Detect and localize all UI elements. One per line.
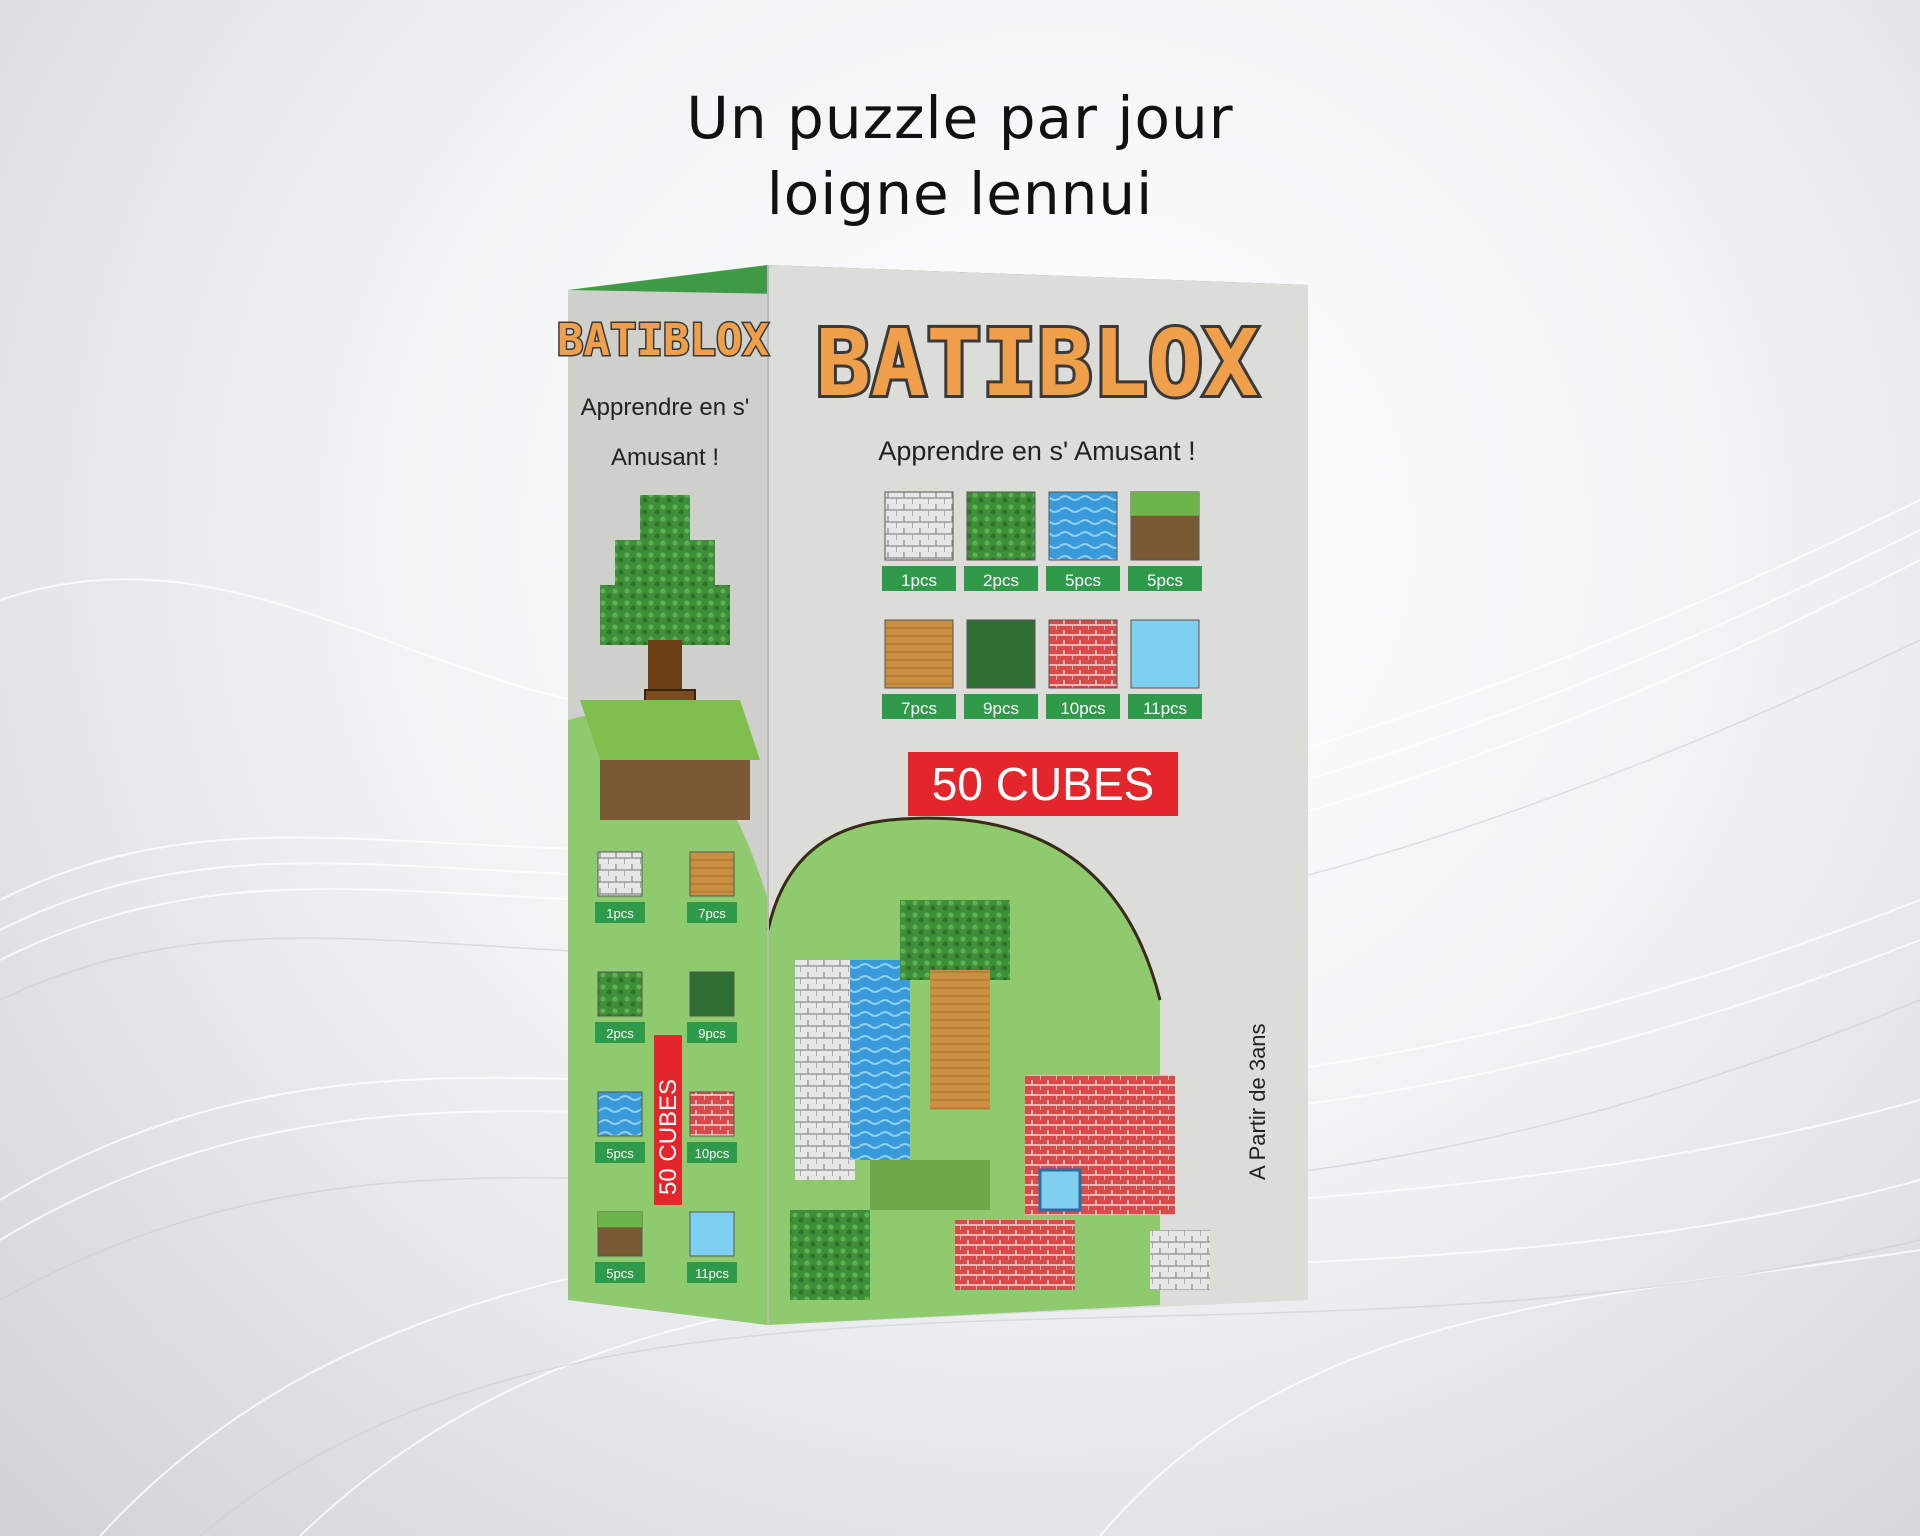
side-cube-1: 7pcs	[687, 851, 737, 923]
glass-icon	[1130, 619, 1200, 689]
side-cube-3: 9pcs	[687, 971, 737, 1043]
front-cube-label: 9pcs	[983, 699, 1019, 718]
wood-icon	[884, 619, 954, 689]
water-icon	[1048, 491, 1118, 561]
cube-count-label: 50 CUBES	[932, 758, 1154, 810]
grass-top	[598, 1212, 642, 1228]
brand-logo: BATIBLOX	[815, 310, 1258, 417]
front-cube-5: 9pcs	[964, 619, 1038, 719]
front-cube-label: 5pcs	[1147, 571, 1183, 590]
side-cube-5: 10pcs	[687, 1091, 737, 1163]
side-cube-label: 7pcs	[698, 906, 726, 921]
side-cube-count-label: 50 CUBES	[655, 1079, 682, 1195]
side-brand-logo: BATIBLOX	[557, 315, 769, 366]
front-cube-label: 2pcs	[983, 571, 1019, 590]
leaves-icon	[966, 491, 1036, 561]
brick-icon	[1048, 619, 1118, 689]
tagline: Apprendre en s' Amusant !	[878, 436, 1195, 466]
front-cube-label: 1pcs	[901, 571, 937, 590]
front-cube-6: 10pcs	[1046, 619, 1120, 719]
side-cube-7: 11pcs	[687, 1211, 737, 1283]
side-tagline-line-2: Amusant !	[611, 444, 719, 471]
brick-icon	[689, 1091, 735, 1137]
front-cube-4: 7pcs	[882, 619, 956, 719]
leaves-icon	[597, 971, 643, 1017]
wood-icon	[689, 851, 735, 897]
front-cube-label: 10pcs	[1060, 699, 1105, 718]
glass-icon	[689, 1211, 735, 1257]
front-cube-3: 5pcs	[1128, 491, 1202, 591]
side-cube-label: 5pcs	[606, 1146, 634, 1161]
front-cube-label: 5pcs	[1065, 571, 1101, 590]
side-cube-label: 11pcs	[695, 1266, 729, 1281]
front-cube-7: 11pcs	[1128, 619, 1202, 719]
side-cube-0: 1pcs	[595, 851, 645, 923]
dark-leaves-icon	[966, 619, 1036, 689]
side-cube-label: 2pcs	[606, 1026, 634, 1041]
product-box: BATIBLOX Apprendre en s' Amusant ! 1pcs 2…	[556, 265, 1308, 1325]
side-cube-label: 9pcs	[698, 1026, 726, 1041]
front-cube-label: 7pcs	[901, 699, 937, 718]
side-cube-label: 5pcs	[606, 1266, 634, 1281]
dark-leaves-icon	[689, 971, 735, 1017]
stone-icon	[884, 491, 954, 561]
side-cube-label: 10pcs	[695, 1146, 730, 1161]
side-cube-label: 1pcs	[606, 906, 634, 921]
front-cube-1: 2pcs	[964, 491, 1038, 591]
side-cube-6: 5pcs	[595, 1211, 645, 1283]
grass-top	[1131, 492, 1199, 516]
side-cube-2: 2pcs	[595, 971, 645, 1043]
age-label: A Partir de 3ans	[1245, 1023, 1270, 1180]
front-cube-0: 1pcs	[882, 491, 956, 591]
front-cube-label: 11pcs	[1143, 699, 1187, 718]
water-icon	[597, 1091, 643, 1137]
side-cube-4: 5pcs	[595, 1091, 645, 1163]
front-cube-2: 5pcs	[1046, 491, 1120, 591]
stone-icon	[597, 851, 643, 897]
side-tagline-line-1: Apprendre en s'	[581, 394, 750, 421]
